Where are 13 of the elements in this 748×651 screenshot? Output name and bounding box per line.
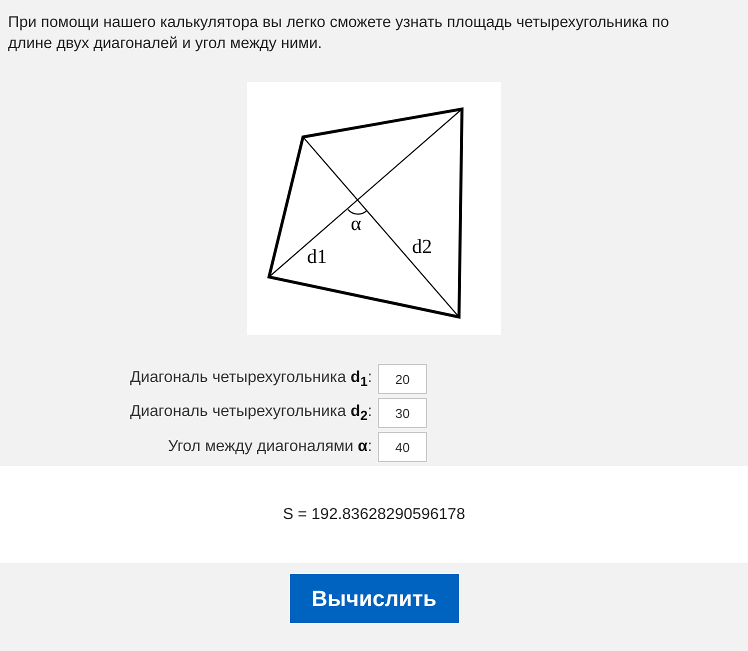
number-input[interactable]: 20 [378, 364, 427, 394]
calculate-button[interactable]: Вычислить [290, 574, 458, 623]
diagonal-label: d1 [307, 246, 327, 268]
angle-arc [348, 209, 367, 215]
intro-text: При помощи нашего калькулятора вы легко сможете узнать площадь четырехугольника по длине двух диагоналей и угол между ними. [8, 13, 670, 54]
diagonal-label: d2 [412, 236, 432, 258]
number-input[interactable]: 40 [378, 432, 427, 462]
field-label: Диагональ четырехугольника d$_{1}$: [128, 368, 372, 390]
result-text: S = 192.83628290596178 [282, 506, 466, 524]
number-input[interactable]: 30 [378, 398, 427, 428]
field-label: Диагональ четырехугольника d$_{2}$: [128, 402, 372, 424]
angle-label: α [350, 213, 362, 235]
field-label: Угол между диагоналями α: [166, 438, 372, 456]
